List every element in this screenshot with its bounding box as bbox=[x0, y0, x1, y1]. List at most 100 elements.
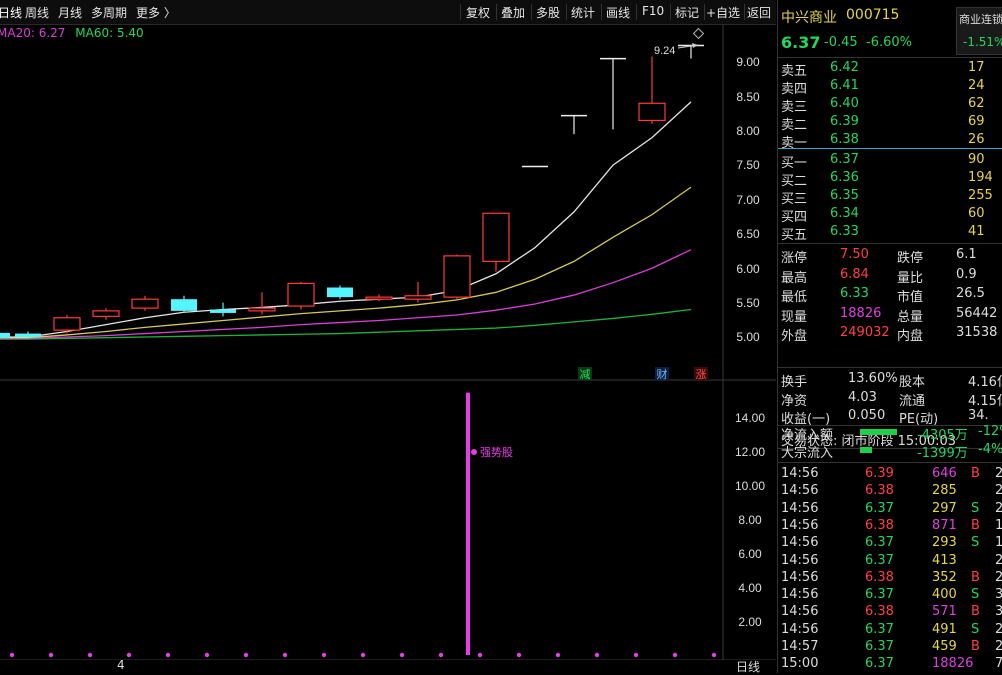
indicator-dot bbox=[48, 652, 54, 658]
ask-level-volume: 69 bbox=[968, 114, 985, 129]
bid-level-price: 6.35 bbox=[830, 188, 859, 203]
tick-price: 6.38 bbox=[865, 604, 894, 620]
toolbar-divider bbox=[744, 4, 745, 20]
toolbar-divider bbox=[601, 4, 602, 20]
tick-volume: 297 bbox=[932, 500, 957, 516]
ask-level-volume: 26 bbox=[968, 132, 985, 147]
indicator-dot bbox=[360, 652, 366, 658]
tick-price: 6.38 bbox=[865, 569, 894, 585]
fundamental-value: 4.16亿 bbox=[968, 375, 1002, 390]
period-tab-month[interactable]: 月线 bbox=[58, 4, 82, 21]
stat-row: 最高 6.84 量比 0.9 bbox=[778, 266, 1002, 286]
tick-side: B bbox=[971, 569, 980, 585]
kline-chart[interactable]: 9.00 8.50 8.00 7.50 7.00 6.50 6.00 5.50 … bbox=[0, 25, 776, 660]
stat-label: 市值 bbox=[897, 290, 924, 305]
tick-row: 14:56 6.38 571 B 3 bbox=[778, 603, 1002, 621]
candle-body bbox=[0, 332, 10, 338]
period-tab-more[interactable]: 更多 〉 bbox=[136, 4, 176, 21]
toolbar-divider bbox=[704, 4, 705, 20]
period-tab-multi[interactable]: 多周期 bbox=[91, 4, 127, 21]
indicator-dot bbox=[399, 652, 405, 658]
stat-value: 26.5 bbox=[956, 286, 985, 301]
tick-side: S bbox=[971, 621, 980, 637]
bid-level-row[interactable]: 买一 6.37 90 bbox=[778, 151, 1002, 171]
indicator-dot bbox=[594, 652, 600, 658]
tick-volume: 400 bbox=[932, 587, 957, 603]
indicator-tick: 12.00 bbox=[735, 445, 765, 459]
tick-volume: 459 bbox=[932, 639, 957, 654]
add-watchlist-button[interactable]: +自选 bbox=[706, 4, 740, 21]
fund-flow-bar bbox=[860, 429, 897, 435]
price-line: 6.37 -0.45 -6.60% bbox=[778, 32, 1002, 54]
period-tab-week[interactable]: 周线 bbox=[25, 4, 49, 21]
bid-level-row[interactable]: 买四 6.34 60 bbox=[778, 205, 1002, 225]
tick-row: 14:56 6.37 491 S 2 bbox=[778, 621, 1002, 639]
tick-price: 6.37 bbox=[865, 552, 894, 568]
indicator-dot bbox=[438, 652, 444, 658]
stat-value: 18826 bbox=[840, 305, 882, 321]
tick-row: 14:57 6.37 459 B 2 bbox=[778, 638, 1002, 656]
price-axis: 9.00 8.50 8.00 7.50 7.00 6.50 6.00 5.50 … bbox=[736, 55, 760, 344]
ask-level-row[interactable]: 卖一 6.38 26 bbox=[778, 131, 1002, 151]
candle-body bbox=[171, 299, 197, 311]
ask-level-row[interactable]: 卖二 6.39 69 bbox=[778, 113, 1002, 133]
ask-level-price: 6.41 bbox=[830, 78, 859, 93]
divider bbox=[778, 57, 1002, 58]
fundamental-value: 4.03 bbox=[848, 389, 877, 405]
finance-marker[interactable]: 财 bbox=[657, 367, 668, 381]
candle-body bbox=[443, 255, 471, 298]
ask-level-price: 6.40 bbox=[830, 96, 859, 111]
price-tick: 5.00 bbox=[736, 330, 760, 344]
indicator-tick: 10.00 bbox=[735, 479, 765, 493]
stat-label: 外盘 bbox=[781, 329, 808, 344]
ask-level-row[interactable]: 卖三 6.40 62 bbox=[778, 95, 1002, 115]
bid-level-volume: 90 bbox=[968, 152, 985, 167]
tick-row: 14:56 6.38 352 B 2 bbox=[778, 569, 1002, 587]
price-tick: 6.00 bbox=[736, 262, 760, 276]
rise-marker[interactable]: 涨 bbox=[696, 368, 707, 381]
tick-row: 14:56 6.38 285 2 bbox=[778, 482, 1002, 500]
indicator-dot bbox=[243, 652, 249, 658]
fundamental-value: 0.050 bbox=[848, 408, 886, 423]
diamond-icon[interactable] bbox=[692, 27, 705, 40]
f10-button[interactable]: F10 bbox=[642, 4, 664, 18]
period-indicator[interactable]: 日线 bbox=[736, 658, 760, 675]
bid-level-row[interactable]: 买三 6.35 255 bbox=[778, 187, 1002, 207]
tick-price: 6.37 bbox=[865, 535, 894, 551]
tick-volume: 491 bbox=[932, 621, 957, 637]
fund-flow-pct: -12% bbox=[978, 424, 1002, 439]
bid-level-price: 6.36 bbox=[830, 170, 859, 185]
price-change-pct: -6.60% bbox=[866, 35, 912, 50]
bid-level-row[interactable]: 买五 6.33 41 bbox=[778, 223, 1002, 243]
fuquan-button[interactable]: 复权 bbox=[466, 4, 490, 21]
stat-label: 量比 bbox=[897, 270, 924, 286]
stat-row: 涨停 7.50 跌停 6.1 bbox=[778, 246, 1002, 266]
multi-stock-button[interactable]: 多股 bbox=[536, 4, 560, 21]
fund-flow-row: 大宗流入 -1399万 -4% bbox=[778, 441, 1002, 461]
bid-level-row[interactable]: 买二 6.36 194 bbox=[778, 169, 1002, 189]
ask-level-row[interactable]: 卖四 6.41 24 bbox=[778, 77, 1002, 97]
stat-value: 31538 bbox=[956, 325, 998, 340]
overlay-button[interactable]: 叠加 bbox=[501, 4, 525, 21]
tick-price: 6.37 bbox=[865, 639, 894, 654]
stat-value: 6.84 bbox=[840, 266, 869, 282]
tick-row: 14:56 6.39 646 B 2 bbox=[778, 465, 1002, 483]
reduce-marker[interactable]: 减 bbox=[580, 368, 591, 381]
candle-body bbox=[365, 296, 393, 300]
fundamental-label: 净资 bbox=[781, 393, 808, 409]
tick-time: 14:56 bbox=[781, 483, 819, 499]
toolbar-divider bbox=[636, 4, 637, 20]
statistics-button[interactable]: 统计 bbox=[571, 4, 595, 21]
indicator-dot bbox=[633, 652, 639, 658]
ask-level-price: 6.42 bbox=[830, 60, 859, 75]
draw-line-button[interactable]: 画线 bbox=[606, 4, 630, 21]
fundamental-row: 换手 13.60%股本 4.16亿 bbox=[778, 370, 1002, 390]
tick-volume: 646 bbox=[932, 466, 957, 481]
period-tab-day[interactable]: 日线 bbox=[0, 4, 22, 21]
mark-button[interactable]: 标记 bbox=[675, 4, 699, 21]
back-button[interactable]: 返回 bbox=[747, 4, 771, 21]
toolbar-divider bbox=[460, 4, 461, 20]
tick-time: 14:56 bbox=[781, 500, 819, 516]
ask-level-volume: 24 bbox=[968, 78, 985, 93]
ask-level-row[interactable]: 卖五 6.42 17 bbox=[778, 59, 1002, 79]
